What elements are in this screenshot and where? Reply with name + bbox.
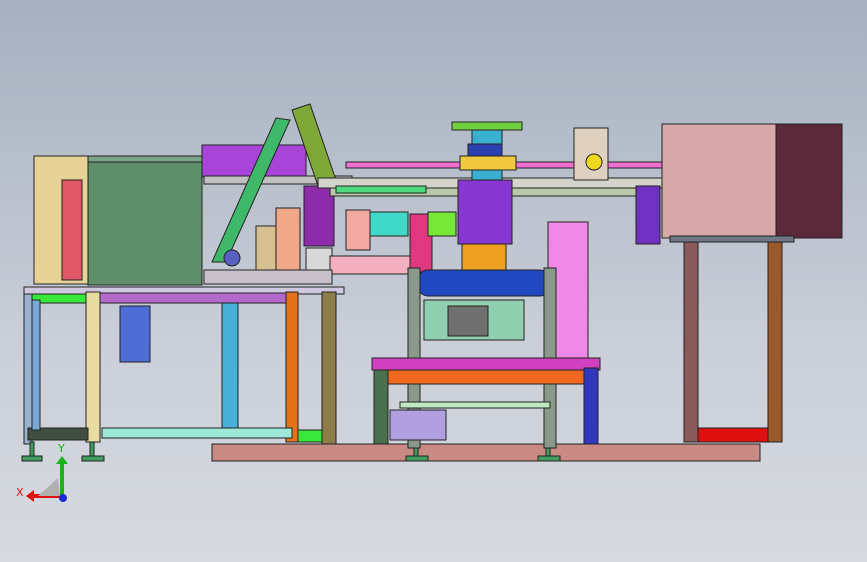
- x-axis-label: X: [16, 486, 24, 499]
- cyan-block: [369, 211, 409, 237]
- leg-4: [285, 291, 299, 443]
- mid-leg-right: [583, 367, 599, 445]
- y-axis-head: [56, 456, 68, 464]
- right-cabinet-front: [661, 123, 777, 239]
- mid-station-table: [371, 357, 601, 371]
- purple-rail: [99, 292, 291, 304]
- foot-2: [81, 455, 105, 462]
- z-axis-dot: [59, 494, 67, 502]
- left-cabinet-slot: [61, 179, 83, 281]
- foot-2-stem: [89, 441, 95, 457]
- foot-3: [405, 455, 429, 462]
- purple-cylinder-base: [389, 409, 447, 441]
- orange-block: [461, 243, 507, 271]
- foot-1-stem: [29, 441, 35, 457]
- leg-3: [221, 302, 239, 432]
- pink-slider-base: [329, 255, 411, 275]
- blue-control-box: [119, 305, 151, 363]
- tan-bracket: [255, 225, 277, 271]
- blue-roller: [417, 269, 551, 297]
- y-axis-label: Y: [58, 442, 65, 455]
- right-red-block: [697, 427, 769, 443]
- orange-table-rail: [387, 369, 585, 385]
- foot-1: [21, 455, 43, 462]
- left-cabinet-top-plate: [87, 155, 203, 163]
- right-cabinet-side: [775, 123, 843, 239]
- pink-slider-block: [345, 209, 371, 251]
- lime-block: [427, 211, 457, 237]
- y-axis-arrow: [60, 462, 64, 496]
- machine-assembly-model[interactable]: [0, 0, 867, 562]
- axis-plane: [38, 478, 60, 496]
- feeder-base: [203, 269, 333, 285]
- x-axis-head: [26, 490, 34, 502]
- axis-triad: [26, 456, 68, 502]
- lower-green-block: [297, 429, 323, 443]
- top-green-plate: [451, 121, 523, 131]
- right-cylinder-stack: [573, 127, 609, 181]
- leg-5: [321, 291, 337, 445]
- right-cabinet-base: [669, 235, 795, 243]
- base-plate: [211, 443, 761, 462]
- left-cabinet-panel: [87, 156, 203, 286]
- leg-2: [85, 291, 101, 443]
- lower-crossbar-mid: [101, 427, 293, 439]
- yellow-bearing: [585, 153, 603, 171]
- leg-1: [23, 293, 33, 445]
- press-inner: [447, 305, 489, 337]
- right-purple-post: [635, 185, 661, 245]
- cad-3d-viewport[interactable]: X Y: [0, 0, 867, 562]
- green-shaft: [335, 185, 427, 194]
- mid-leg-left: [373, 369, 389, 445]
- left-frame-post: [31, 299, 41, 431]
- mid-crossbar: [399, 401, 551, 409]
- right-leg-left: [683, 241, 699, 443]
- central-hub-purple: [457, 179, 513, 245]
- hub-base: [459, 155, 517, 171]
- foot-4: [537, 455, 561, 462]
- orange-bracket: [275, 207, 301, 273]
- right-leg-right: [767, 241, 783, 443]
- feeder-motor: [223, 249, 241, 267]
